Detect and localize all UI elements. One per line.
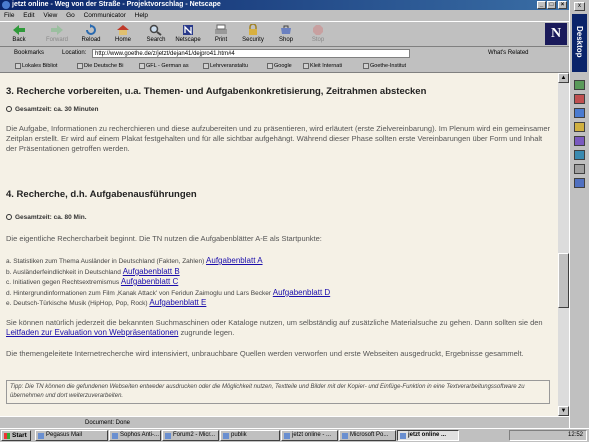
clock: 12:52 — [567, 432, 583, 438]
clock-icon — [6, 214, 12, 220]
desktop-close-button[interactable]: x — [574, 2, 585, 11]
location-toolbar: Bookmarks Location: http://www.goethe.de… — [0, 47, 569, 60]
bookmark-link[interactable]: Google — [266, 62, 292, 71]
search-button[interactable]: Search — [141, 23, 171, 46]
menu-file[interactable]: File — [4, 12, 14, 19]
window-title: jetzt online - Weg von der Straße - Proj… — [12, 1, 221, 8]
section-3-time: Gesamtzeit: ca. 30 Minuten — [6, 106, 98, 113]
reload-icon — [86, 24, 96, 35]
desktop-label: Desktop — [575, 26, 584, 58]
desktop-shortcut-icon[interactable] — [574, 108, 585, 118]
aufgabenblatt-a-link[interactable]: Aufgabenblatt A — [206, 256, 263, 265]
bookmark-link[interactable]: GFL - German as — [138, 62, 189, 71]
navigation-toolbar: Back Forward Reload Home Search Netscape… — [0, 21, 569, 47]
status-bar: Document: Done — [0, 416, 569, 428]
start-button[interactable]: Start — [1, 430, 31, 441]
desktop-shortcut-icon[interactable] — [574, 80, 585, 90]
menu-communicator[interactable]: Communicator — [84, 12, 126, 19]
netscape-app-icon — [2, 1, 10, 9]
clock-icon — [6, 106, 12, 112]
menu-view[interactable]: View — [43, 12, 57, 19]
security-lock-icon — [249, 24, 257, 35]
netscape-button[interactable]: Netscape — [173, 23, 203, 46]
title-bar: jetzt online - Weg von der Straße - Proj… — [0, 0, 569, 10]
list-item: e. Deutsch-Türkische Musik (HipHop, Pop,… — [6, 298, 207, 307]
minimize-button[interactable]: _ — [537, 1, 546, 9]
browser-window: jetzt online - Weg von der Straße - Proj… — [0, 0, 569, 428]
section-4-time: Gesamtzeit: ca. 80 Min. — [6, 214, 87, 221]
bookmark-link[interactable]: Die Deutsche Bi — [76, 62, 123, 71]
aufgabenblatt-e-link[interactable]: Aufgabenblatt E — [149, 298, 206, 307]
taskbar-item[interactable]: Microsoft Po... — [339, 430, 396, 441]
menu-help[interactable]: Help — [135, 12, 148, 19]
desktop-shortcut-icon[interactable] — [574, 136, 585, 146]
leitfaden-link[interactable]: Leitfaden zur Evaluation von Webpräsenta… — [6, 328, 178, 337]
search-icon — [149, 24, 162, 36]
desktop-shortcut-icon[interactable] — [574, 178, 585, 188]
bookmark-link[interactable]: Kleit Internati — [302, 62, 342, 71]
section-4-paragraph: Die themengeleitete Internetrecherche wi… — [6, 349, 524, 358]
list-item: d. Hintergrundinformationen zum Film ‚Ka… — [6, 288, 331, 297]
tip-box: Tipp: Die TN können die gefundenen Webse… — [6, 380, 550, 404]
back-button[interactable]: Back — [4, 23, 34, 46]
system-tray: 12:52 — [509, 430, 587, 441]
bookmark-link[interactable]: Goethe-Institut — [362, 62, 406, 71]
forward-arrow-icon — [51, 25, 63, 35]
home-icon — [117, 25, 129, 35]
close-button[interactable]: × — [558, 1, 567, 9]
menu-bar: File Edit View Go Communicator Help — [0, 10, 569, 21]
back-arrow-icon — [13, 25, 25, 35]
aufgabenblatt-c-link[interactable]: Aufgabenblatt C — [121, 277, 178, 286]
reload-button[interactable]: Reload — [76, 23, 106, 46]
security-button[interactable]: Security — [238, 23, 268, 46]
url-field[interactable]: http://www.goethe.de/z/jetzt/dejan41/dej… — [92, 49, 410, 58]
taskbar-item[interactable]: Forum2 - Micr... — [162, 430, 219, 441]
desktop-bar: x Desktop — [569, 0, 589, 428]
taskbar-item-active[interactable]: jetzt online ... — [397, 430, 459, 441]
shop-button[interactable]: Shop — [271, 23, 301, 46]
scroll-thumb[interactable] — [558, 253, 569, 308]
taskbar-item[interactable]: Sophos Anti-... — [109, 430, 161, 441]
netscape-icon — [183, 25, 193, 35]
desktop-shortcut-icon[interactable] — [574, 164, 585, 174]
scroll-up-arrow-icon[interactable]: ▲ — [558, 73, 569, 83]
bookmarks-button[interactable]: Bookmarks — [14, 47, 44, 60]
forward-button[interactable]: Forward — [42, 23, 72, 46]
netscape-logo[interactable]: N — [545, 23, 567, 45]
shop-icon — [281, 25, 291, 34]
section-3-text: Die Aufgabe, Informationen zu recherchie… — [6, 124, 551, 153]
vertical-scrollbar[interactable]: ▲ ▼ — [558, 73, 569, 416]
list-item: c. Initiativen gegen Rechtsextremismus A… — [6, 277, 179, 286]
section-3-heading: 3. Recherche vorbereiten, u.a. Themen- u… — [6, 86, 427, 97]
stop-button[interactable]: Stop — [303, 23, 333, 46]
print-button[interactable]: Print — [206, 23, 236, 46]
desktop-shortcut-icon[interactable] — [574, 94, 585, 104]
aufgabenblatt-b-link[interactable]: Aufgabenblatt B — [123, 267, 180, 276]
personal-toolbar: Lokales Bibliot Die Deutsche Bi GFL - Ge… — [0, 60, 569, 73]
whats-related-button[interactable]: What's Related — [488, 47, 529, 60]
stop-icon — [313, 25, 323, 35]
menu-edit[interactable]: Edit — [23, 12, 34, 19]
list-item: b. Ausländerfeindlichkeit in Deutschland… — [6, 267, 180, 276]
location-label: Location: — [62, 50, 87, 56]
home-button[interactable]: Home — [108, 23, 138, 46]
print-icon — [215, 24, 227, 34]
taskbar-item[interactable]: publik — [220, 430, 280, 441]
scroll-down-arrow-icon[interactable]: ▼ — [558, 406, 569, 416]
section-4-intro: Die eigentliche Rechercharbeit beginnt. … — [6, 234, 322, 243]
taskbar-item[interactable]: Pegasus Mail — [35, 430, 108, 441]
bookmark-link[interactable]: Lokales Bibliot — [14, 62, 57, 71]
menu-go[interactable]: Go — [66, 12, 75, 19]
section-4-heading: 4. Recherche, d.h. Aufgabenausführungen — [6, 189, 197, 200]
bookmark-link[interactable]: Lehrveranstaltu — [202, 62, 248, 71]
page-content: 3. Recherche vorbereiten, u.a. Themen- u… — [0, 73, 558, 416]
desktop-shortcut-icon[interactable] — [574, 150, 585, 160]
taskbar: Start Pegasus Mail Sophos Anti-... Forum… — [0, 428, 589, 442]
taskbar-item[interactable]: jetzt online - ... — [281, 430, 338, 441]
aufgabenblatt-d-link[interactable]: Aufgabenblatt D — [273, 288, 330, 297]
list-item: a. Statistiken zum Thema Ausländer in De… — [6, 256, 263, 265]
section-4-paragraph: Sie können natürlich jederzeit die bekan… — [6, 318, 543, 337]
desktop-shortcut-icon[interactable] — [574, 122, 585, 132]
maximize-button[interactable]: □ — [547, 1, 556, 9]
